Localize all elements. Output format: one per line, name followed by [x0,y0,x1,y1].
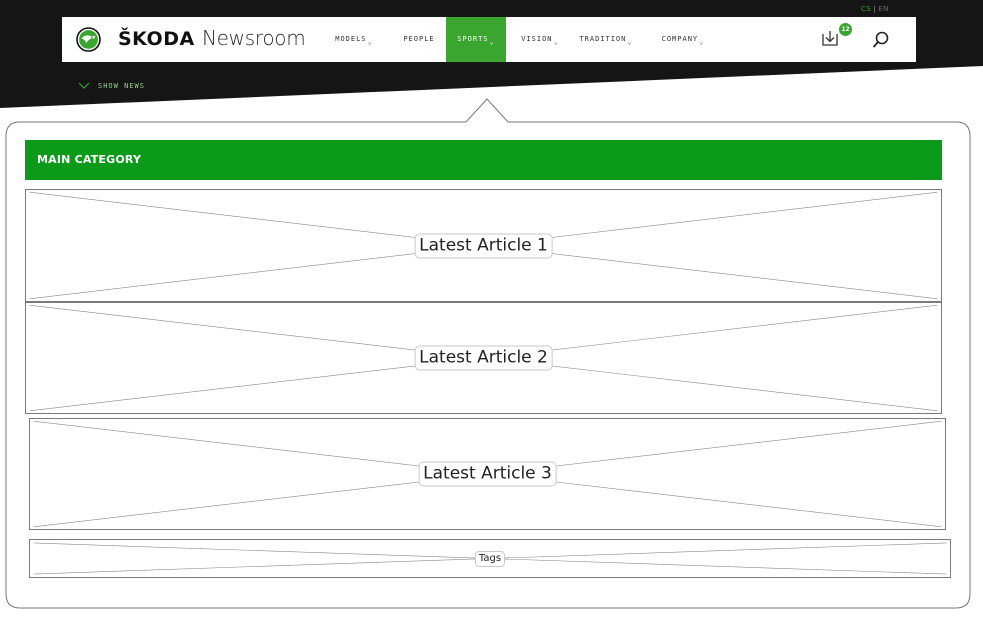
search-icon[interactable] [868,27,894,53]
show-news-label: SHOW NEWS [98,82,145,90]
brand-home-link[interactable]: ŠKODA Newsroom [62,17,312,62]
chevron-down-icon: ⌄ [627,38,633,46]
tags-label: Tags [474,550,506,567]
nav-item-label: COMPANY [661,35,699,43]
nav-item-label: MODELS [335,35,367,43]
language-switcher: CS | EN [861,5,889,13]
download-count-badge: 12 [839,23,852,36]
latest-article-card[interactable]: Latest Article 1 [25,189,942,302]
nav-item-sports[interactable]: SPORTS⌄ [446,17,506,62]
tags-section[interactable]: Tags [29,539,951,578]
latest-article-card[interactable]: Latest Article 2 [25,302,942,414]
top-navigation-bar: ŠKODA Newsroom MODELS⌄ PEOPLE SPORTS⌄ VI… [62,17,916,62]
nav-item-people[interactable]: PEOPLE [394,17,444,62]
nav-item-label: SPORTS [457,35,489,43]
chevron-down-icon [78,82,90,89]
nav-item-vision[interactable]: VISION⌄ [512,17,568,62]
skoda-logo-icon [76,27,101,52]
article-title: Latest Article 2 [414,345,553,371]
brand-wordmark: ŠKODA [118,28,195,50]
nav-item-tradition[interactable]: TRADITION⌄ [570,17,642,62]
language-cs-link[interactable]: CS [861,5,871,13]
nav-item-label: VISION [521,35,553,43]
article-title: Latest Article 1 [414,233,553,258]
chevron-down-icon: ⌄ [553,38,559,46]
chevron-down-icon: ⌄ [699,38,705,46]
chevron-down-icon: ⌄ [489,38,495,46]
nav-item-label: PEOPLE [403,35,435,43]
nav-item-label: TRADITION [579,35,627,43]
article-title: Latest Article 3 [418,461,557,487]
chevron-down-icon: ⌄ [367,38,373,46]
main-category-header[interactable]: MAIN CATEGORY [25,140,942,180]
nav-item-company[interactable]: COMPANY⌄ [650,17,716,62]
show-news-toggle[interactable]: SHOW NEWS [78,79,145,93]
language-en-link[interactable]: EN [878,5,889,13]
nav-item-models[interactable]: MODELS⌄ [324,17,384,62]
latest-article-card[interactable]: Latest Article 3 [29,418,946,530]
brand-product-name: Newsroom [202,26,306,50]
